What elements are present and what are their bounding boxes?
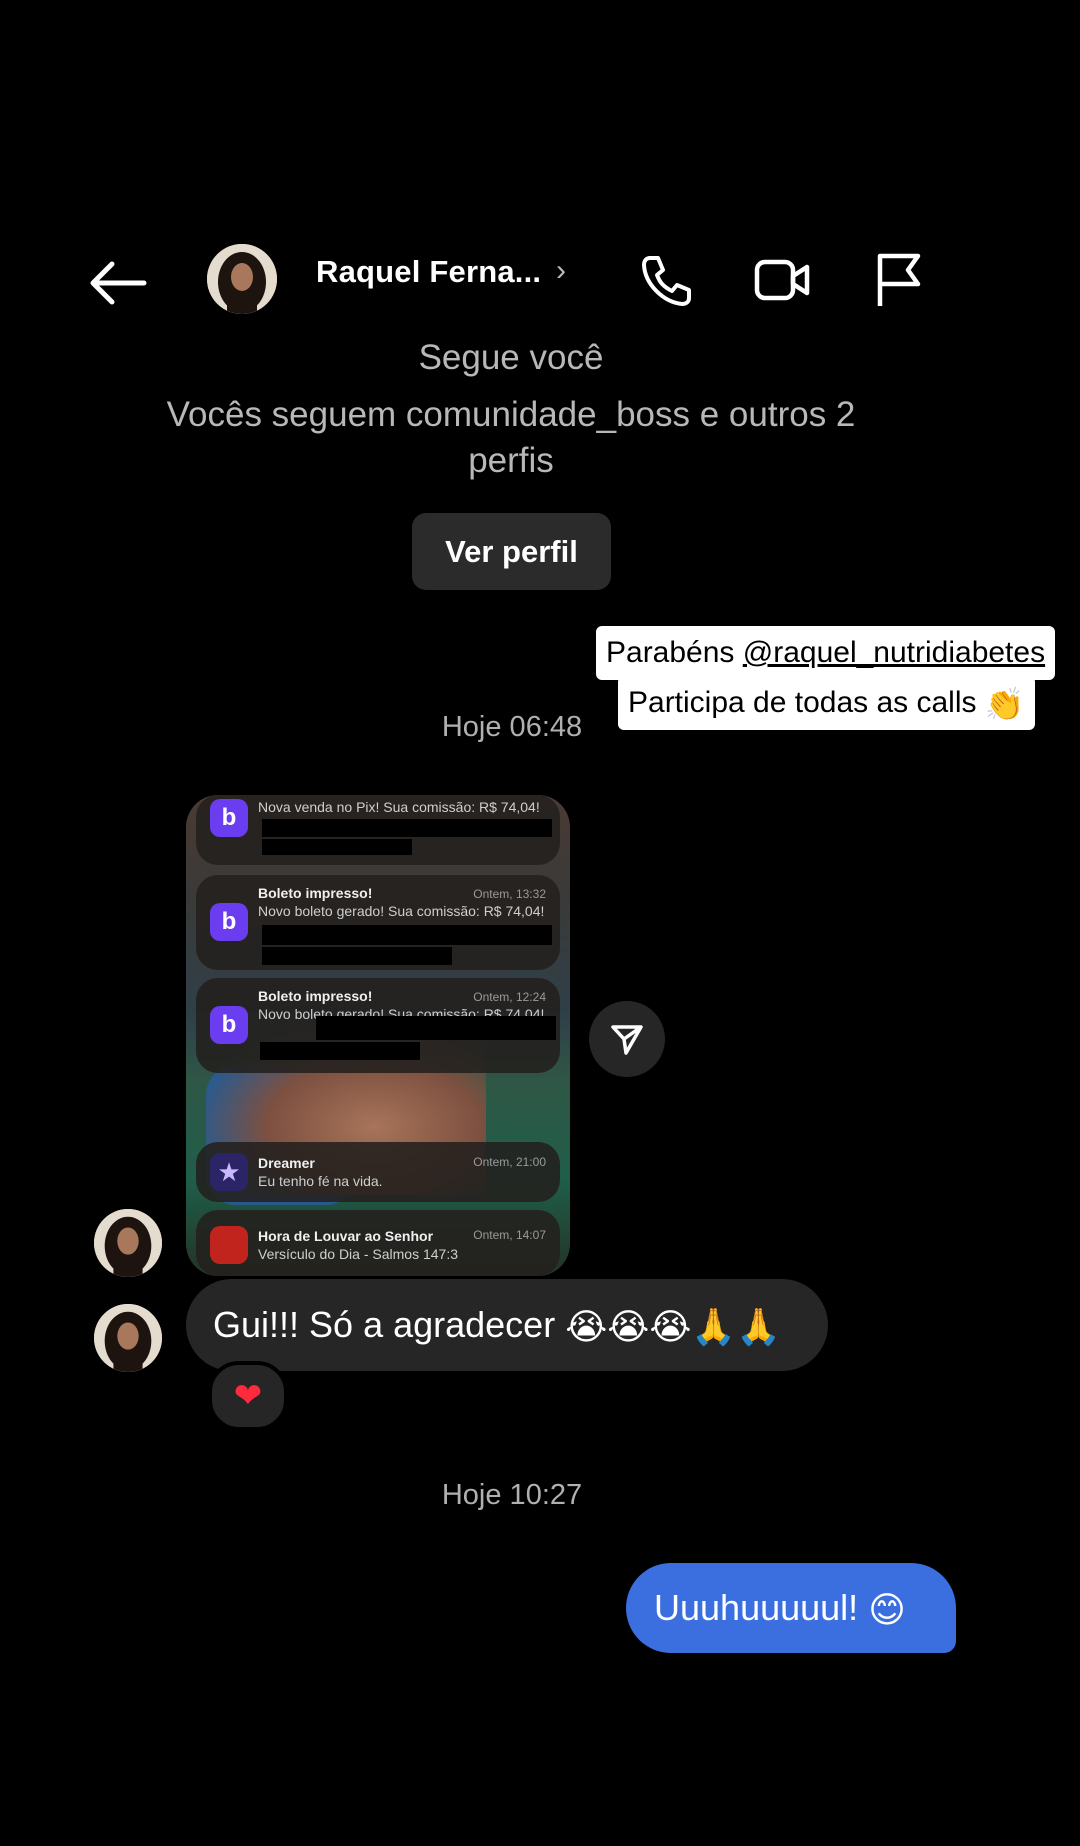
timestamp: Hoje 10:27 — [441, 1479, 583, 1511]
caption-text: Parabéns — [606, 636, 743, 669]
app-icon: b — [210, 903, 248, 941]
star-icon: ★ — [210, 1153, 248, 1191]
contact-avatar[interactable] — [207, 244, 277, 314]
clapping-emoji-icon: 👏 — [984, 686, 1025, 723]
heart-reaction-icon[interactable]: ❤ — [208, 1361, 288, 1431]
notification-body: Nova venda no Pix! Sua comissão: R$ 74,0… — [258, 799, 540, 815]
story-caption-line2: Participa de todas as calls 👏 — [618, 676, 1035, 730]
notification-title: Boleto impresso! — [258, 885, 373, 901]
outgoing-message-bubble[interactable]: Uuuhuuuuul! 😊 — [626, 1563, 956, 1653]
shared-story-media[interactable]: b Nova venda no Pix! Sua comissão: R$ 74… — [186, 795, 570, 1276]
flag-icon[interactable] — [868, 250, 928, 310]
caption-mention: @raquel_nutridiabetes — [742, 636, 1046, 669]
contact-name[interactable]: Raquel Ferna... — [316, 254, 541, 290]
notification-card: ★ Dreamer Ontem, 21:00 Eu tenho fé na vi… — [196, 1142, 560, 1202]
notification-body: Versículo do Dia - Salmos 147:3 — [258, 1246, 458, 1262]
story-caption-line1: Parabéns @raquel_nutridiabetes — [596, 626, 1056, 680]
app-icon: b — [210, 1006, 248, 1044]
notification-card: b Nova venda no Pix! Sua comissão: R$ 74… — [196, 795, 560, 865]
notification-body: Eu tenho fé na vida. — [258, 1173, 383, 1189]
notification-title: Boleto impresso! — [258, 988, 373, 1004]
redaction-bar — [262, 819, 552, 837]
message-text: Gui!!! Só a agradecer — [213, 1304, 556, 1345]
send-icon — [611, 1025, 643, 1055]
incoming-message-bubble[interactable]: Gui!!! Só a agradecer 😭😭😭🙏🙏 — [186, 1279, 828, 1371]
notification-time: Ontem, 12:24 — [473, 990, 546, 1004]
notification-time: Ontem, 21:00 — [473, 1155, 546, 1169]
caption-text: Participa de todas as calls — [628, 686, 977, 719]
redaction-bar — [260, 1042, 420, 1060]
chevron-right-icon[interactable]: › — [556, 254, 566, 288]
notification-title: Dreamer — [258, 1155, 315, 1171]
notification-body: Novo boleto gerado! Sua comissão: R$ 74,… — [258, 903, 545, 919]
redaction-bar — [262, 947, 452, 965]
redaction-bar — [316, 1016, 556, 1040]
notification-title: Hora de Louvar ao Senhor — [258, 1228, 434, 1244]
notification-time: Ontem, 14:07 — [473, 1228, 546, 1242]
view-profile-button[interactable]: Ver perfil — [412, 513, 611, 590]
bible-app-icon — [210, 1226, 248, 1264]
notification-card: Hora de Louvar ao Senhor Ontem, 14:07 Ve… — [196, 1210, 560, 1276]
mutual-followers-text: Vocês seguem comunidade_boss e outros 2 … — [166, 395, 856, 480]
follows-you-text: Segue você — [418, 338, 604, 377]
video-icon[interactable] — [752, 250, 812, 310]
notification-card: b Boleto impresso! Ontem, 13:32 Novo bol… — [196, 875, 560, 970]
timestamp: Hoje 06:48 — [441, 711, 583, 743]
redaction-bar — [262, 925, 552, 945]
sender-avatar[interactable] — [94, 1304, 162, 1372]
redaction-bar — [262, 839, 412, 855]
notification-time: Ontem, 13:32 — [473, 887, 546, 901]
phone-icon[interactable] — [636, 250, 696, 310]
message-text: Uuuhuuuuul! — [654, 1587, 859, 1628]
share-button[interactable] — [589, 1001, 665, 1077]
back-arrow-icon[interactable] — [88, 258, 148, 308]
app-icon: b — [210, 799, 248, 837]
smiling-emoji-icon: 😊 — [868, 1589, 906, 1631]
notification-card: b Boleto impresso! Ontem, 12:24 Novo bol… — [196, 978, 560, 1073]
crying-emoji-icon: 😭😭😭🙏🙏 — [565, 1306, 782, 1348]
sender-avatar[interactable] — [94, 1209, 162, 1277]
